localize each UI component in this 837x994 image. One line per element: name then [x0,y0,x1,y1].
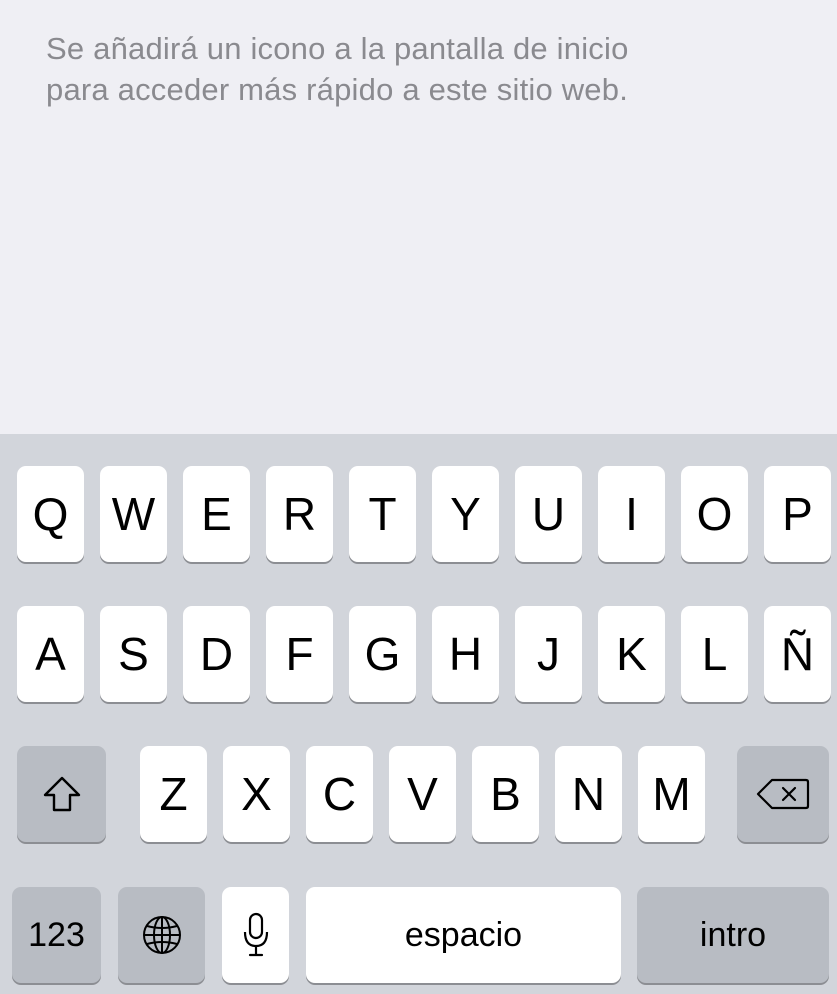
key-r[interactable]: R [266,466,333,562]
key-label: B [490,768,521,820]
key-p[interactable]: P [764,466,831,562]
key-u[interactable]: U [515,466,582,562]
key-e[interactable]: E [183,466,250,562]
key-label: F [285,628,314,680]
dictation-key[interactable] [222,887,289,983]
key-o[interactable]: O [681,466,748,562]
add-to-home-info-panel: Se añadirá un icono a la pantalla de ini… [0,0,837,434]
key-label: O [696,488,733,540]
key-s[interactable]: S [100,606,167,702]
shift-key[interactable] [17,746,106,842]
info-message: Se añadirá un icono a la pantalla de ini… [46,28,806,110]
key-label: E [201,488,232,540]
key-x[interactable]: X [223,746,290,842]
space-key[interactable]: espacio [306,887,621,983]
key-label: J [537,628,560,680]
key-label: Z [159,768,188,820]
key-w[interactable]: W [100,466,167,562]
key-z[interactable]: Z [140,746,207,842]
key-label: Q [32,488,69,540]
key-y[interactable]: Y [432,466,499,562]
key-a[interactable]: A [17,606,84,702]
key-i[interactable]: I [598,466,665,562]
key-n-tilde[interactable]: Ñ [764,606,831,702]
key-label: Y [450,488,481,540]
key-n[interactable]: N [555,746,622,842]
key-j[interactable]: J [515,606,582,702]
key-b[interactable]: B [472,746,539,842]
key-k[interactable]: K [598,606,665,702]
key-label: N [571,768,606,820]
key-l[interactable]: L [681,606,748,702]
key-label: K [616,628,647,680]
delete-key[interactable] [737,746,829,842]
key-q[interactable]: Q [17,466,84,562]
key-m[interactable]: M [638,746,705,842]
space-key-label: espacio [404,915,523,954]
key-label: M [652,768,691,820]
key-label: G [364,628,401,680]
key-label: R [282,488,317,540]
shift-icon [42,775,82,813]
key-label: D [199,628,234,680]
key-label: I [625,488,638,540]
info-message-line-2: para acceder más rápido a este sitio web… [46,72,629,107]
return-key-label: intro [699,915,767,954]
key-t[interactable]: T [349,466,416,562]
key-v[interactable]: V [389,746,456,842]
globe-key[interactable] [118,887,205,983]
key-label: U [531,488,566,540]
key-f[interactable]: F [266,606,333,702]
key-d[interactable]: D [183,606,250,702]
key-h[interactable]: H [432,606,499,702]
key-label: W [111,488,156,540]
numbers-key[interactable]: 123 [12,887,101,983]
key-label: V [407,768,438,820]
delete-backspace-icon [756,777,810,811]
key-label: L [701,628,728,680]
key-g[interactable]: G [349,606,416,702]
on-screen-keyboard: Q W E R T Y U I O P A S D F G H J K L Ñ … [0,434,837,994]
key-label: T [368,488,397,540]
return-key[interactable]: intro [637,887,829,983]
key-label: Ñ [780,628,815,680]
key-label: C [322,768,357,820]
key-label: X [241,768,272,820]
info-message-line-1: Se añadirá un icono a la pantalla de ini… [46,31,629,66]
globe-icon [140,913,184,957]
key-label: S [118,628,149,680]
key-label: H [448,628,483,680]
numbers-key-label: 123 [28,915,85,954]
key-label: P [782,488,813,540]
microphone-icon [242,911,270,959]
key-c[interactable]: C [306,746,373,842]
key-label: A [35,628,66,680]
